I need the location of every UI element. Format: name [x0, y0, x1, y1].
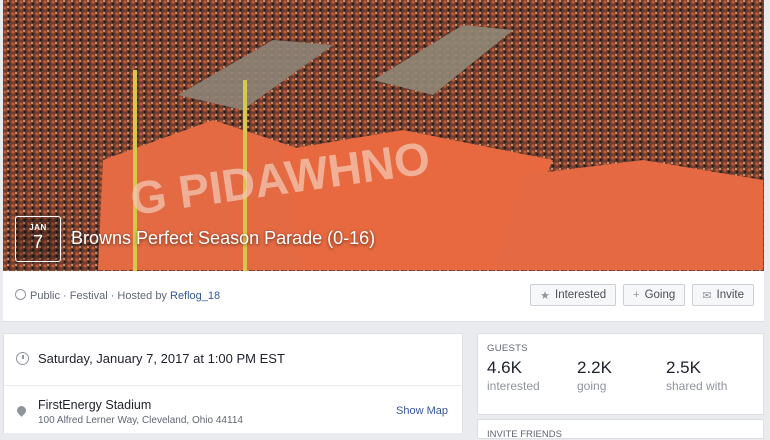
- clock-icon: [16, 352, 29, 365]
- event-date-badge: JAN 7: [15, 216, 61, 262]
- plus-icon: +: [633, 289, 640, 301]
- date-day: 7: [32, 232, 43, 252]
- stat-label: going: [577, 379, 607, 393]
- show-map-link[interactable]: Show Map: [396, 405, 448, 417]
- event-datetime: Saturday, January 7, 2017 at 1:00 PM EST: [38, 351, 285, 366]
- invite-button[interactable]: ✉ Invite: [692, 284, 754, 306]
- cover-photo[interactable]: G PIDAWHNO JAN 7 Browns Perfect Season P…: [3, 0, 764, 271]
- star-icon: ★: [540, 289, 550, 302]
- event-meta-bar: Public · Festival · Hosted by Reflog_18 …: [3, 271, 764, 322]
- going-label: Going: [644, 289, 676, 301]
- event-privacy-info: Public · Festival · Hosted by Reflog_18: [15, 289, 220, 302]
- event-title: Browns Perfect Season Parade (0-16): [71, 228, 376, 248]
- venue-address: 100 Alfred Lerner Way, Cleveland, Ohio 4…: [38, 415, 243, 426]
- stat-value: 2.2K: [577, 358, 612, 377]
- interested-button[interactable]: ★ Interested: [530, 284, 617, 306]
- privacy-text: Public · Festival · Hosted by: [30, 290, 170, 302]
- stat-label: shared with: [666, 379, 728, 393]
- guests-card: GUESTS 4.6K interested 2.2K going 2.5K s…: [477, 333, 764, 415]
- venue-name[interactable]: FirstEnergy Stadium: [38, 398, 151, 412]
- invite-label: Invite: [716, 289, 745, 301]
- going-button[interactable]: + Going: [623, 284, 686, 306]
- stat-interested[interactable]: 4.6K interested: [487, 358, 540, 393]
- globe-icon: [15, 289, 26, 300]
- invite-friends-card: INVITE FRIENDS: [477, 419, 764, 440]
- location-pin-icon: [15, 404, 28, 417]
- datetime-row[interactable]: Saturday, January 7, 2017 at 1:00 PM EST: [4, 334, 462, 386]
- stat-value: 2.5K: [666, 358, 701, 377]
- event-actions: ★ Interested + Going ✉ Invite: [530, 284, 754, 306]
- stat-going[interactable]: 2.2K going: [577, 358, 612, 393]
- mail-icon: ✉: [702, 289, 712, 302]
- stat-label: interested: [487, 379, 540, 393]
- stat-shared-with[interactable]: 2.5K shared with: [666, 358, 727, 393]
- guests-header: GUESTS: [487, 343, 528, 354]
- host-link[interactable]: Reflog_18: [170, 290, 220, 302]
- stat-value: 4.6K: [487, 358, 522, 377]
- date-month: JAN: [29, 223, 47, 232]
- event-details-card: Saturday, January 7, 2017 at 1:00 PM EST…: [3, 333, 463, 433]
- interested-label: Interested: [555, 289, 607, 301]
- invite-friends-header: INVITE FRIENDS: [487, 429, 562, 440]
